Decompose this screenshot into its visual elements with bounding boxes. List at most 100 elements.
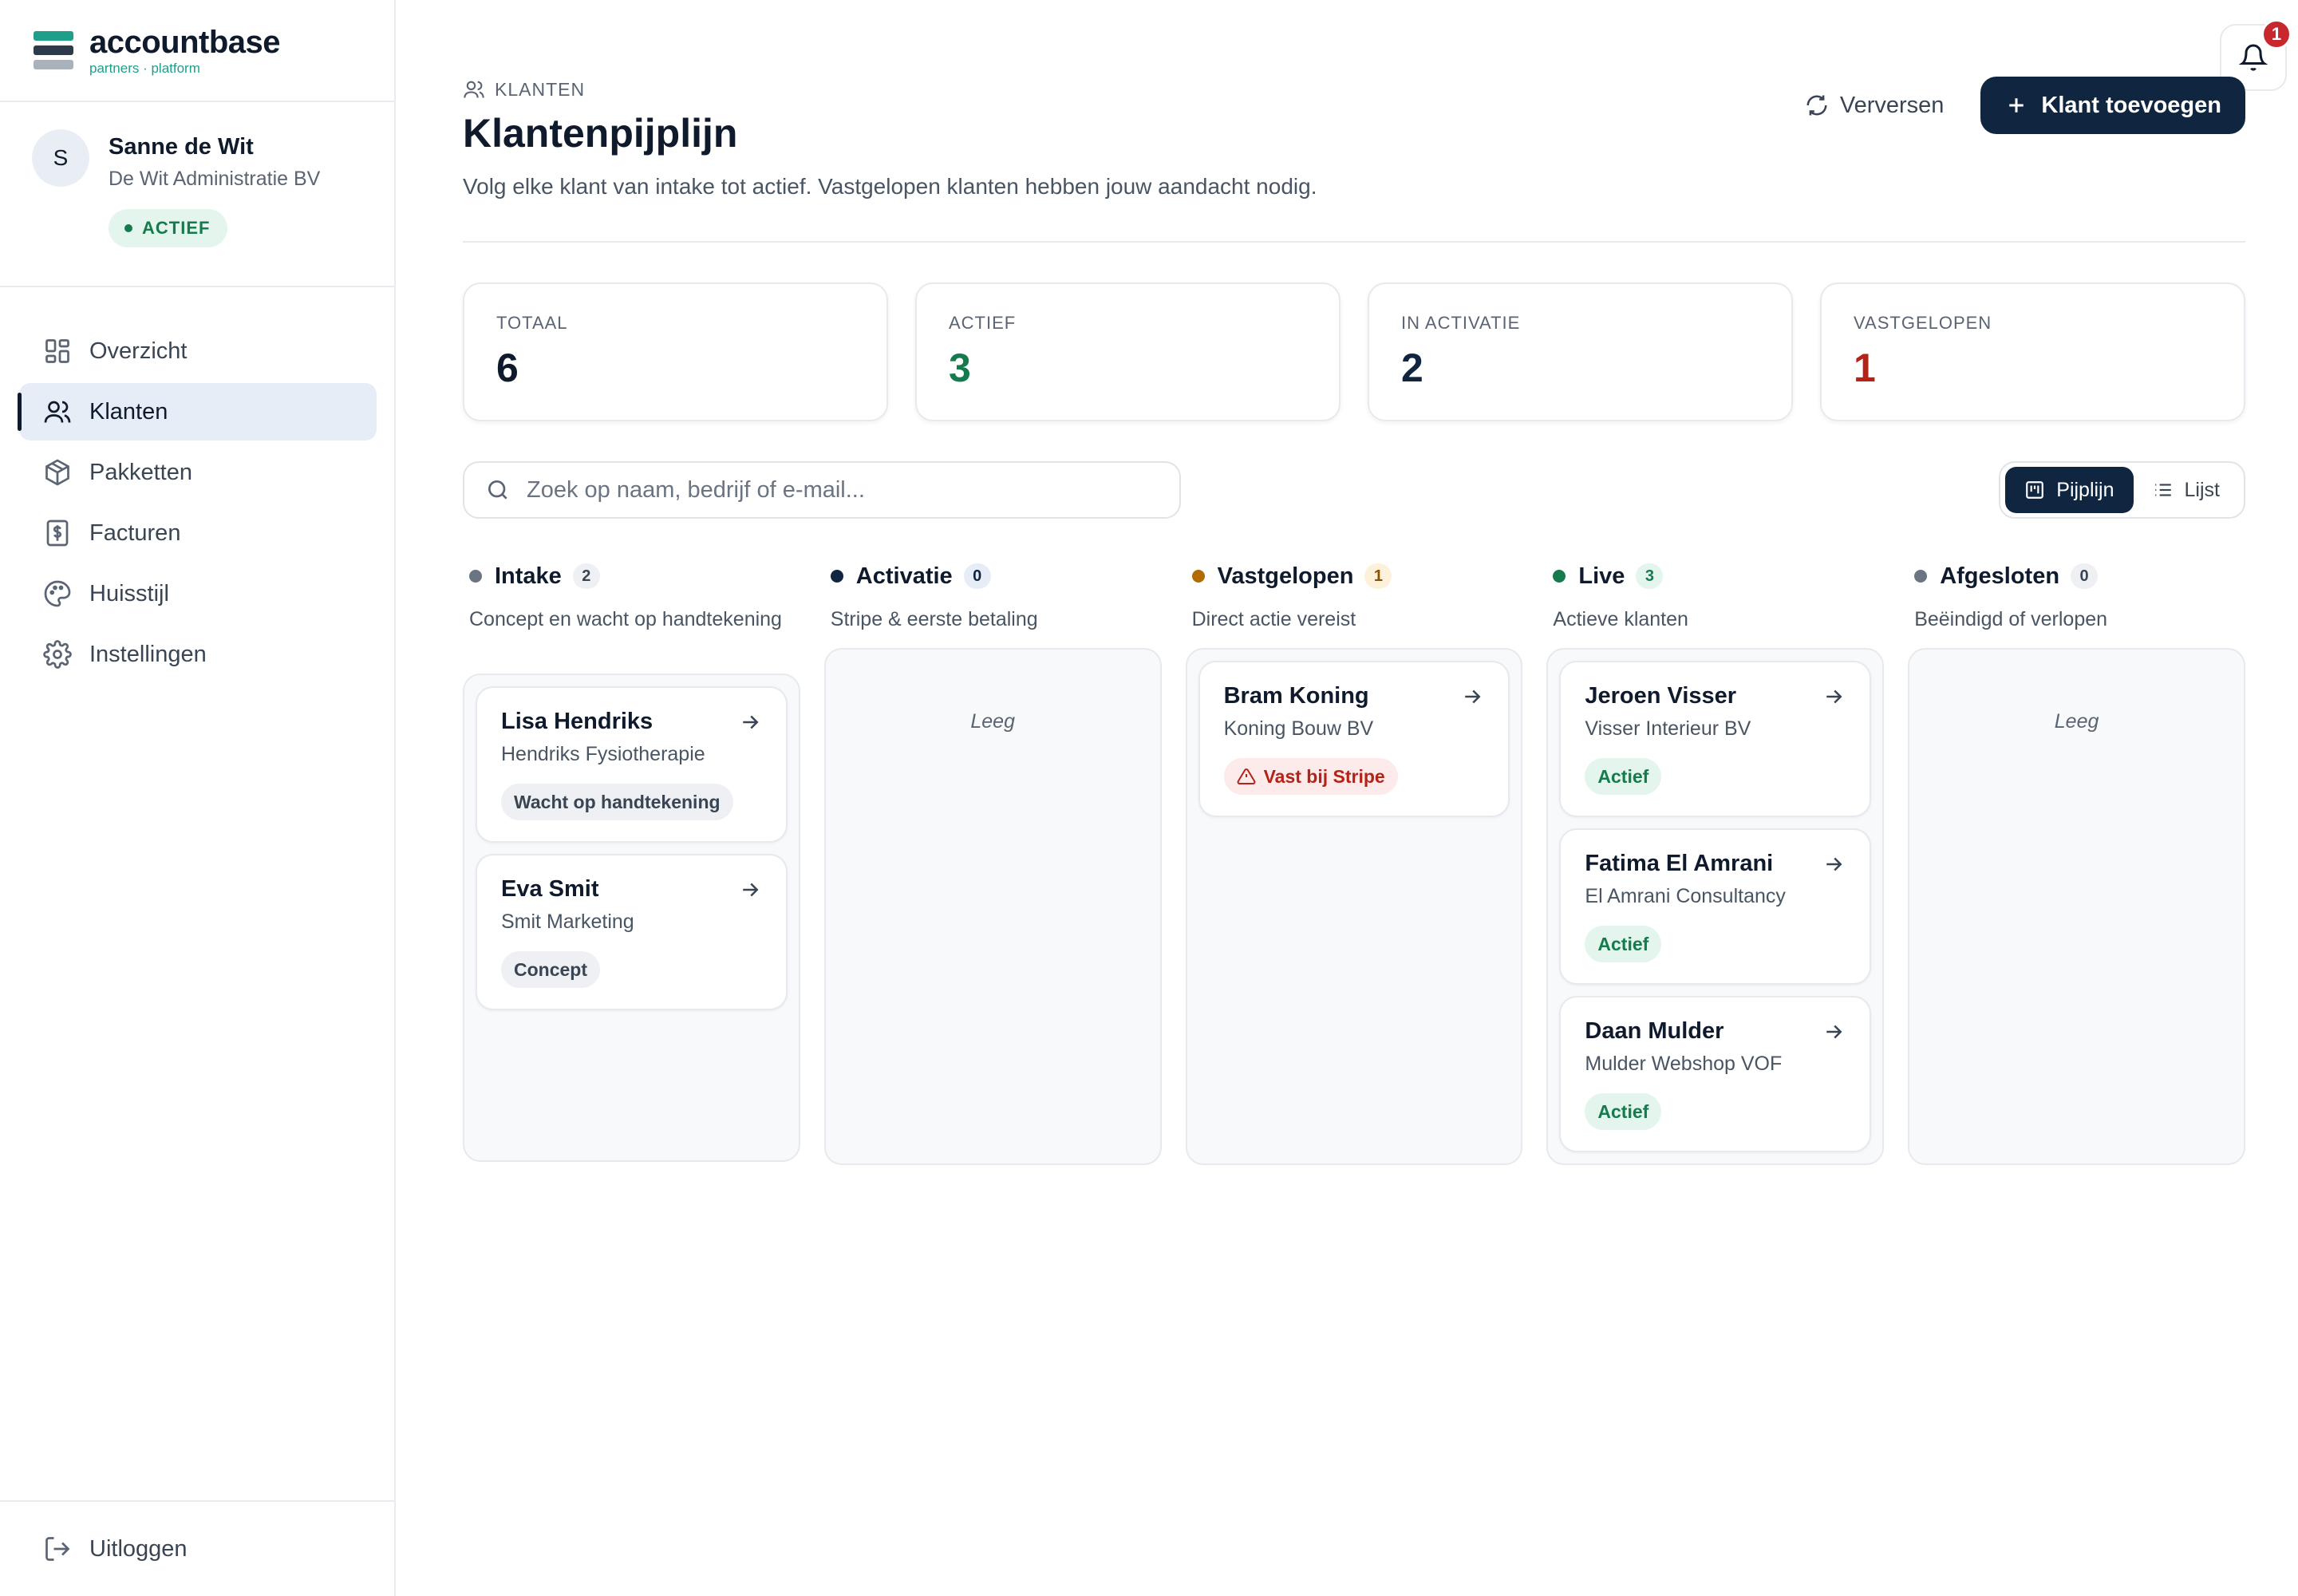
arrow-right-icon[interactable] <box>1822 852 1846 876</box>
sidebar-item-overzicht[interactable]: Overzicht <box>19 322 377 380</box>
stat-value: 3 <box>949 346 971 390</box>
warning-icon <box>1237 768 1256 784</box>
status-badge: Actief <box>1585 926 1662 962</box>
invoice-icon <box>43 519 72 547</box>
column-count-badge: 0 <box>963 563 991 589</box>
user-card: S Sanne de Wit De Wit Administratie BV A… <box>0 102 394 287</box>
stat-value: 1 <box>1854 346 1876 390</box>
column-body: Leeg <box>1908 648 2245 1165</box>
column-description: Stripe & eerste betaling <box>830 608 1038 630</box>
avatar: S <box>32 129 89 187</box>
stat-value: 2 <box>1401 346 1423 390</box>
arrow-right-icon[interactable] <box>1822 685 1846 709</box>
client-name: Eva Smit <box>501 876 599 902</box>
client-card[interactable]: Eva Smit Smit Marketing Concept <box>476 854 788 1010</box>
users-icon <box>464 81 484 98</box>
column-title: Activatie <box>855 563 953 589</box>
users-icon <box>43 397 72 426</box>
refresh-icon <box>1806 95 1827 116</box>
column-description: Beëindigd of verlopen <box>1914 608 2108 630</box>
status-badge: Concept <box>501 951 600 988</box>
sidebar-item-instellingen[interactable]: Instellingen <box>19 626 377 683</box>
column-description: Actieve klanten <box>1553 608 1688 630</box>
pipeline-column-afgesloten: Afgesloten 0 Beëindigd of verlopen Leeg <box>1908 562 2245 1165</box>
sidebar-item-huisstijl[interactable]: Huisstijl <box>19 565 377 622</box>
column-description: Direct actie vereist <box>1191 608 1356 630</box>
status-badge: Wacht op handtekening <box>501 784 733 820</box>
sidebar-item-facturen[interactable]: Facturen <box>19 504 377 562</box>
client-company: Smit Marketing <box>501 911 634 933</box>
client-name: Jeroen Visser <box>1585 683 1737 709</box>
client-company: Mulder Webshop VOF <box>1585 1053 1783 1075</box>
empty-state: Leeg <box>970 710 1015 733</box>
refresh-button[interactable]: Verversen <box>1781 77 1968 134</box>
pipeline-column-live: Live 3 Actieve klanten Jeroen Visser Visser … <box>1546 562 1885 1165</box>
column-header: Vastgelopen 1 <box>1186 562 1523 591</box>
column-count-badge: 2 <box>572 563 600 589</box>
arrow-right-icon[interactable] <box>1460 685 1484 709</box>
client-card[interactable]: Bram Koning Koning Bouw BV Vast bij Stripe <box>1198 661 1510 817</box>
status-badge: Actief <box>1585 758 1662 795</box>
pipeline-column-activatie: Activatie 0 Stripe & eerste betaling Leeg <box>823 562 1162 1165</box>
stat-card-in-activatie: IN ACTIVATIE 2 <box>1368 282 1793 421</box>
stat-card-totaal: TOTAAL 6 <box>463 282 888 421</box>
client-card[interactable]: Fatima El Amrani El Amrani Consultancy Act… <box>1559 828 1872 985</box>
arrow-right-icon[interactable] <box>1822 1020 1846 1044</box>
view-pipeline-button[interactable]: Pijplijn <box>2005 467 2134 513</box>
client-card[interactable]: Lisa Hendriks Hendriks Fysiotherapie Wacht… <box>476 686 788 843</box>
column-body: Leeg <box>823 648 1162 1165</box>
column-header: Intake 2 <box>463 562 800 591</box>
column-status-dot <box>1553 570 1566 583</box>
client-company: Visser Interieur BV <box>1585 717 1751 740</box>
stat-card-vastgelopen: VASTGELOPEN 1 <box>1820 282 2245 421</box>
sidebar-nav: Overzicht Klanten Pakketten Facturen Hui… <box>0 322 396 686</box>
page-title: Klantenpijplijn <box>463 111 738 156</box>
client-company: Hendriks Fysiotherapie <box>501 743 705 765</box>
view-toggle: Pijplijn Lijst <box>1999 461 2245 519</box>
page-subtitle: Volg elke klant van intake tot actief. V… <box>463 174 1317 199</box>
stat-value: 6 <box>496 346 519 390</box>
header-divider <box>463 241 2245 243</box>
search-box[interactable] <box>463 461 1181 519</box>
column-body: Jeroen Visser Visser Interieur BV Actief Fa… <box>1546 648 1885 1165</box>
column-body: Lisa Hendriks Hendriks Fysiotherapie Wacht… <box>463 674 800 1162</box>
pipeline-board: Intake 2 Concept en wacht op handtekening L… <box>463 562 2245 1165</box>
client-name: Fatima El Amrani <box>1585 851 1774 876</box>
client-company: Koning Bouw BV <box>1223 717 1374 740</box>
column-status-dot <box>469 570 482 583</box>
client-card[interactable]: Daan Mulder Mulder Webshop VOF Actief <box>1559 996 1872 1152</box>
sidebar-item-klanten[interactable]: Klanten <box>18 383 377 440</box>
column-status-dot <box>830 570 843 583</box>
pipeline-column-intake: Intake 2 Concept en wacht op handtekening L… <box>463 562 800 1165</box>
column-count-badge: 0 <box>2071 563 2099 589</box>
package-icon <box>43 458 72 487</box>
search-icon <box>488 480 507 500</box>
column-description: Concept en wacht op handtekening <box>469 608 782 630</box>
column-title: Afgesloten <box>1940 563 2060 589</box>
sidebar-item-pakketten[interactable]: Pakketten <box>19 444 377 501</box>
empty-state: Leeg <box>2054 710 2099 733</box>
client-company: El Amrani Consultancy <box>1585 885 1786 907</box>
logo[interactable]: accountbase partners · platform <box>0 0 394 102</box>
add-client-button[interactable]: Klant toevoegen <box>1980 77 2245 134</box>
column-body: Bram Koning Koning Bouw BV Vast bij Stripe <box>1185 648 1523 1165</box>
dashboard-icon <box>43 337 72 365</box>
arrow-right-icon[interactable] <box>738 710 762 734</box>
client-card[interactable]: Jeroen Visser Visser Interieur BV Actief <box>1559 661 1872 817</box>
kanban-icon <box>2026 481 2044 499</box>
gear-icon <box>43 640 72 669</box>
status-badge: Vast bij Stripe <box>1223 758 1398 795</box>
header-actions: Verversen Klant toevoegen <box>1781 77 2245 134</box>
logo-icon <box>34 31 77 69</box>
arrow-right-icon[interactable] <box>738 878 762 902</box>
column-header: Activatie 0 <box>824 562 1162 591</box>
logout-icon <box>45 1537 70 1561</box>
column-status-dot <box>1191 570 1205 583</box>
status-badge: Actief <box>1585 1093 1662 1130</box>
logout-button[interactable]: Uitloggen <box>0 1500 396 1596</box>
view-list-button[interactable]: Lijst <box>2134 467 2239 513</box>
column-title: Vastgelopen <box>1217 563 1354 589</box>
column-count-badge: 3 <box>1636 563 1664 589</box>
search-input[interactable] <box>527 476 1149 504</box>
column-title: Intake <box>495 563 562 589</box>
